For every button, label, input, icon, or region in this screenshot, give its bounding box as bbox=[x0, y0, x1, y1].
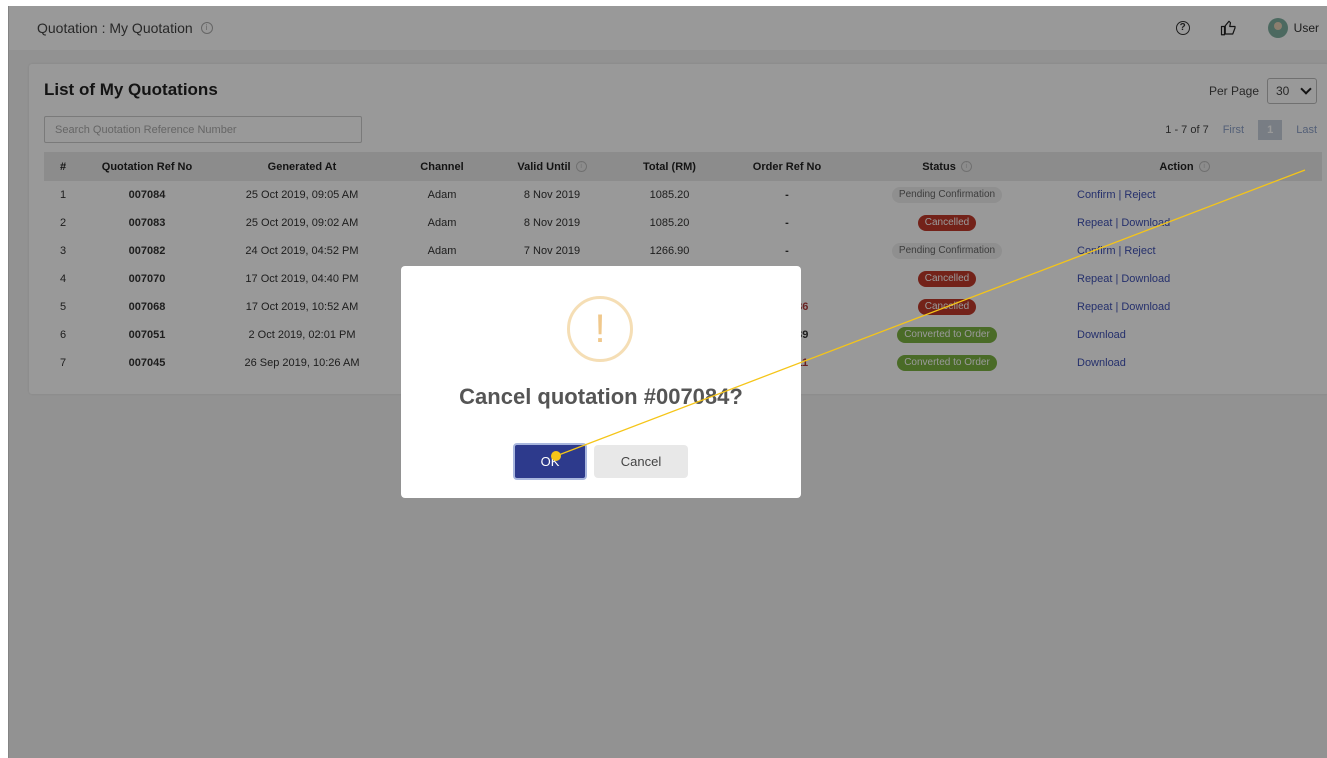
confirm-dialog: ! Cancel quotation #007084? OK Cancel bbox=[401, 266, 801, 498]
cancel-button[interactable]: Cancel bbox=[594, 445, 688, 478]
dialog-message: Cancel quotation #007084? bbox=[459, 384, 743, 409]
warning-icon: ! bbox=[567, 296, 633, 362]
ok-button[interactable]: OK bbox=[513, 443, 587, 480]
